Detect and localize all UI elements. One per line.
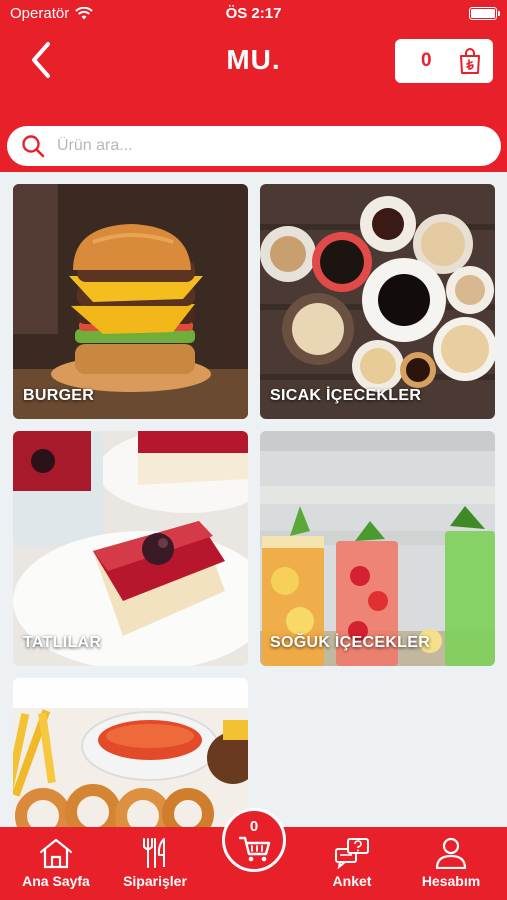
nav-account[interactable]: Hesabım [406, 835, 496, 889]
status-bar: Operatör ÖS 2:17 [0, 0, 507, 30]
cart-fab-button[interactable]: 0 [222, 808, 286, 872]
nav-home[interactable]: Ana Sayfa [11, 835, 101, 889]
desserts-image [13, 431, 248, 666]
search-bar[interactable] [7, 126, 501, 166]
nav-label: Siparişler [123, 873, 187, 889]
hot-drinks-image [260, 184, 495, 419]
nav-label: Anket [332, 873, 372, 889]
category-tile-hot-drinks[interactable]: SICAK İÇECEKLER [260, 184, 495, 419]
cart-button[interactable]: 0 [395, 39, 493, 83]
search-input[interactable] [57, 137, 457, 155]
cold-drinks-image [260, 431, 495, 666]
cart-fab-count: 0 [249, 818, 259, 835]
category-tile-desserts[interactable]: TATLILAR [13, 431, 248, 666]
shopping-cart-icon [239, 836, 271, 862]
nav-label: Hesabım [421, 873, 481, 889]
category-label: BURGER [23, 387, 95, 404]
nav-label: Ana Sayfa [22, 873, 90, 889]
survey-chat-icon [335, 838, 369, 869]
nav-orders[interactable]: Siparişler [110, 835, 200, 889]
clock: ÖS 2:17 [225, 5, 282, 22]
user-icon [435, 837, 467, 869]
category-tile-burger[interactable]: BURGER [13, 184, 248, 419]
home-icon [39, 838, 73, 869]
cart-count: 0 [421, 50, 432, 71]
category-tile-snacks[interactable] [13, 678, 248, 828]
category-label: SOĞUK İÇECEKLER [270, 634, 431, 651]
shopping-bag-icon [460, 48, 480, 74]
nav-survey[interactable]: Anket [307, 835, 397, 889]
fork-knife-icon [143, 838, 165, 868]
category-tile-cold-drinks[interactable]: SOĞUK İÇECEKLER [260, 431, 495, 666]
category-label: SICAK İÇECEKLER [270, 387, 422, 404]
burger-image [13, 184, 248, 419]
search-icon [22, 135, 45, 158]
battery-icon [469, 7, 500, 20]
snacks-image [13, 678, 248, 828]
category-label: TATLILAR [23, 634, 102, 651]
